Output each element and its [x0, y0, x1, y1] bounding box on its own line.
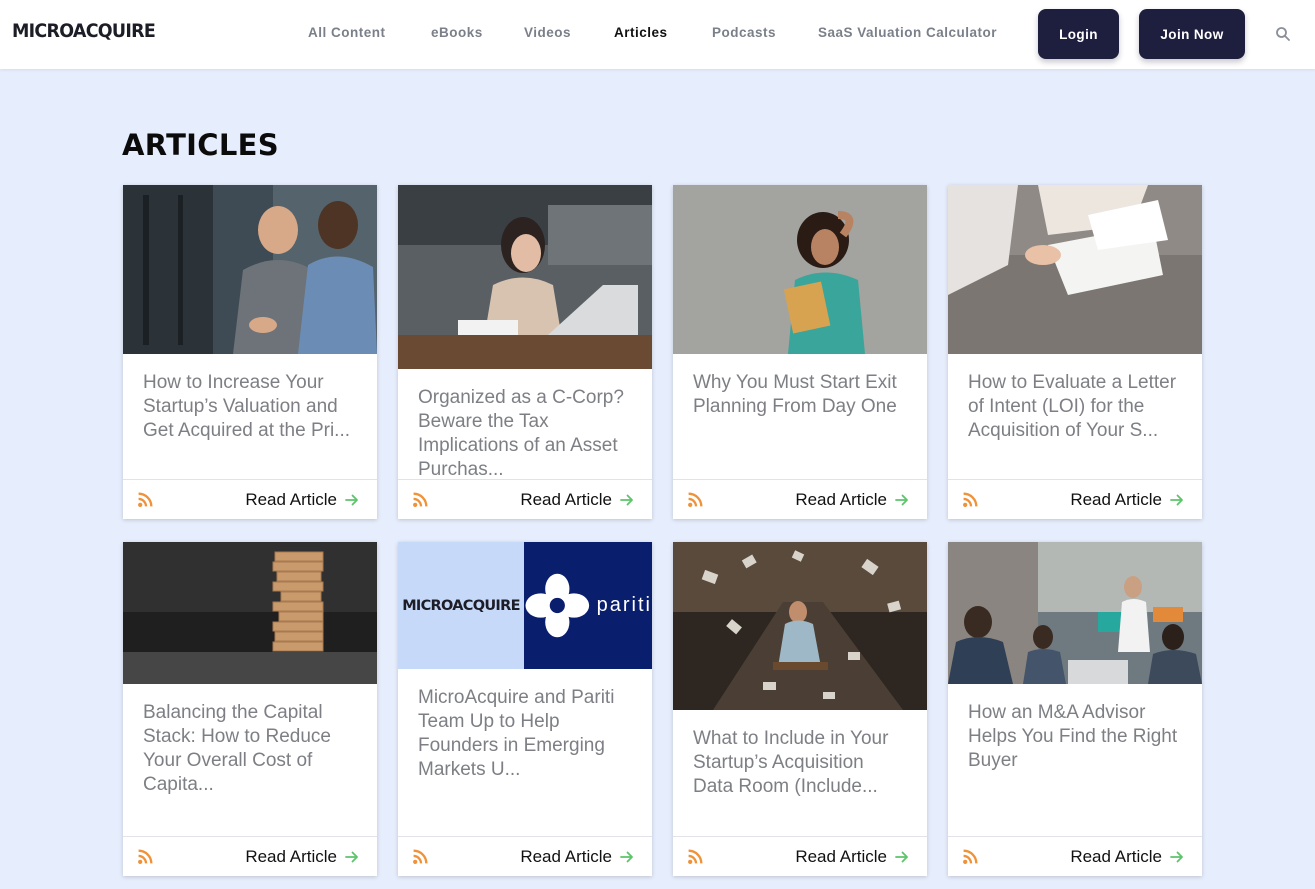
read-article-link[interactable]: Read Article [795, 847, 909, 867]
microacquire-logo-panel: MICROACQUIRE [398, 542, 524, 669]
rss-icon [413, 849, 428, 864]
read-article-link[interactable]: Read Article [1070, 490, 1184, 510]
logo[interactable]: MICROACQUIRE [12, 20, 156, 42]
arrow-right-icon [345, 851, 358, 863]
nav-podcasts[interactable]: Podcasts [712, 25, 776, 40]
card-footer: Read Article [123, 479, 377, 519]
article-image-handshake[interactable] [123, 185, 377, 354]
article-title[interactable]: How an M&A Advisor Helps You Find the Ri… [968, 701, 1182, 773]
read-article-link[interactable]: Read Article [245, 490, 359, 510]
arrow-right-icon [895, 851, 908, 863]
arrow-right-icon [1170, 851, 1183, 863]
article-card[interactable]: How to Increase Your Startup’s Valuation… [123, 185, 377, 519]
rss-icon [138, 492, 153, 507]
article-title[interactable]: What to Include in Your Startup’s Acquis… [693, 727, 907, 799]
article-title[interactable]: Why You Must Start Exit Planning From Da… [693, 371, 907, 419]
rss-icon [413, 492, 428, 507]
article-card[interactable]: Balancing the Capital Stack: How to Redu… [123, 542, 377, 876]
partner-logo-text: pariti [596, 594, 652, 616]
nav-all-content[interactable]: All Content [308, 25, 386, 40]
article-title[interactable]: Balancing the Capital Stack: How to Redu… [143, 701, 357, 797]
card-footer: Read Article [948, 836, 1202, 876]
arrow-right-icon [1170, 494, 1183, 506]
article-image-office-meeting[interactable] [948, 542, 1202, 684]
search-icon[interactable] [1275, 26, 1291, 42]
article-title[interactable]: How to Increase Your Startup’s Valuation… [143, 371, 357, 443]
article-title[interactable]: MicroAcquire and Pariti Team Up to Help … [418, 686, 632, 782]
rss-icon [138, 849, 153, 864]
read-article-link[interactable]: Read Article [520, 847, 634, 867]
article-image-stressed-woman[interactable] [673, 185, 927, 354]
rss-icon [963, 849, 978, 864]
article-image-woman-laptop[interactable] [398, 185, 652, 369]
card-footer: Read Article [398, 479, 652, 519]
rss-icon [688, 492, 703, 507]
article-image-jenga-tower[interactable] [123, 542, 377, 684]
rss-icon [963, 492, 978, 507]
login-button[interactable]: Login [1038, 9, 1119, 59]
article-image-signing-document[interactable] [948, 185, 1202, 354]
rss-icon [688, 849, 703, 864]
read-article-link[interactable]: Read Article [1070, 847, 1184, 867]
read-article-link[interactable]: Read Article [795, 490, 909, 510]
article-card[interactable]: How an M&A Advisor Helps You Find the Ri… [948, 542, 1202, 876]
nav-saas-valuation-calculator[interactable]: SaaS Valuation Calculator [818, 25, 997, 40]
arrow-right-icon [620, 494, 633, 506]
article-image-partnership-logos[interactable]: MICROACQUIRE pariti [398, 542, 652, 669]
article-card[interactable]: What to Include in Your Startup’s Acquis… [673, 542, 927, 876]
pariti-logo-icon [525, 573, 590, 638]
card-footer: Read Article [673, 836, 927, 876]
card-footer: Read Article [398, 836, 652, 876]
nav-videos[interactable]: Videos [524, 25, 571, 40]
top-nav-bar: MICROACQUIRE All Content eBooks Videos A… [0, 0, 1315, 69]
article-card[interactable]: Organized as a C-Corp? Beware the Tax Im… [398, 185, 652, 519]
article-title[interactable]: How to Evaluate a Letter of Intent (LOI)… [968, 371, 1182, 443]
article-title[interactable]: Organized as a C-Corp? Beware the Tax Im… [418, 386, 632, 482]
pariti-logo-panel: pariti [524, 542, 652, 669]
arrow-right-icon [895, 494, 908, 506]
article-card[interactable]: How to Evaluate a Letter of Intent (LOI)… [948, 185, 1202, 519]
card-footer: Read Article [123, 836, 377, 876]
join-now-button[interactable]: Join Now [1139, 9, 1245, 59]
article-image-flying-papers[interactable] [673, 542, 927, 710]
arrow-right-icon [345, 494, 358, 506]
article-card[interactable]: Why You Must Start Exit Planning From Da… [673, 185, 927, 519]
read-article-link[interactable]: Read Article [520, 490, 634, 510]
nav-articles[interactable]: Articles [614, 25, 668, 40]
card-footer: Read Article [673, 479, 927, 519]
arrow-right-icon [620, 851, 633, 863]
read-article-link[interactable]: Read Article [245, 847, 359, 867]
partner-logo-text: MICROACQUIRE [402, 597, 520, 614]
card-footer: Read Article [948, 479, 1202, 519]
nav-ebooks[interactable]: eBooks [431, 25, 483, 40]
page-title: ARTICLES [122, 128, 279, 162]
article-card[interactable]: MICROACQUIRE pariti MicroAcquire and Par… [398, 542, 652, 876]
